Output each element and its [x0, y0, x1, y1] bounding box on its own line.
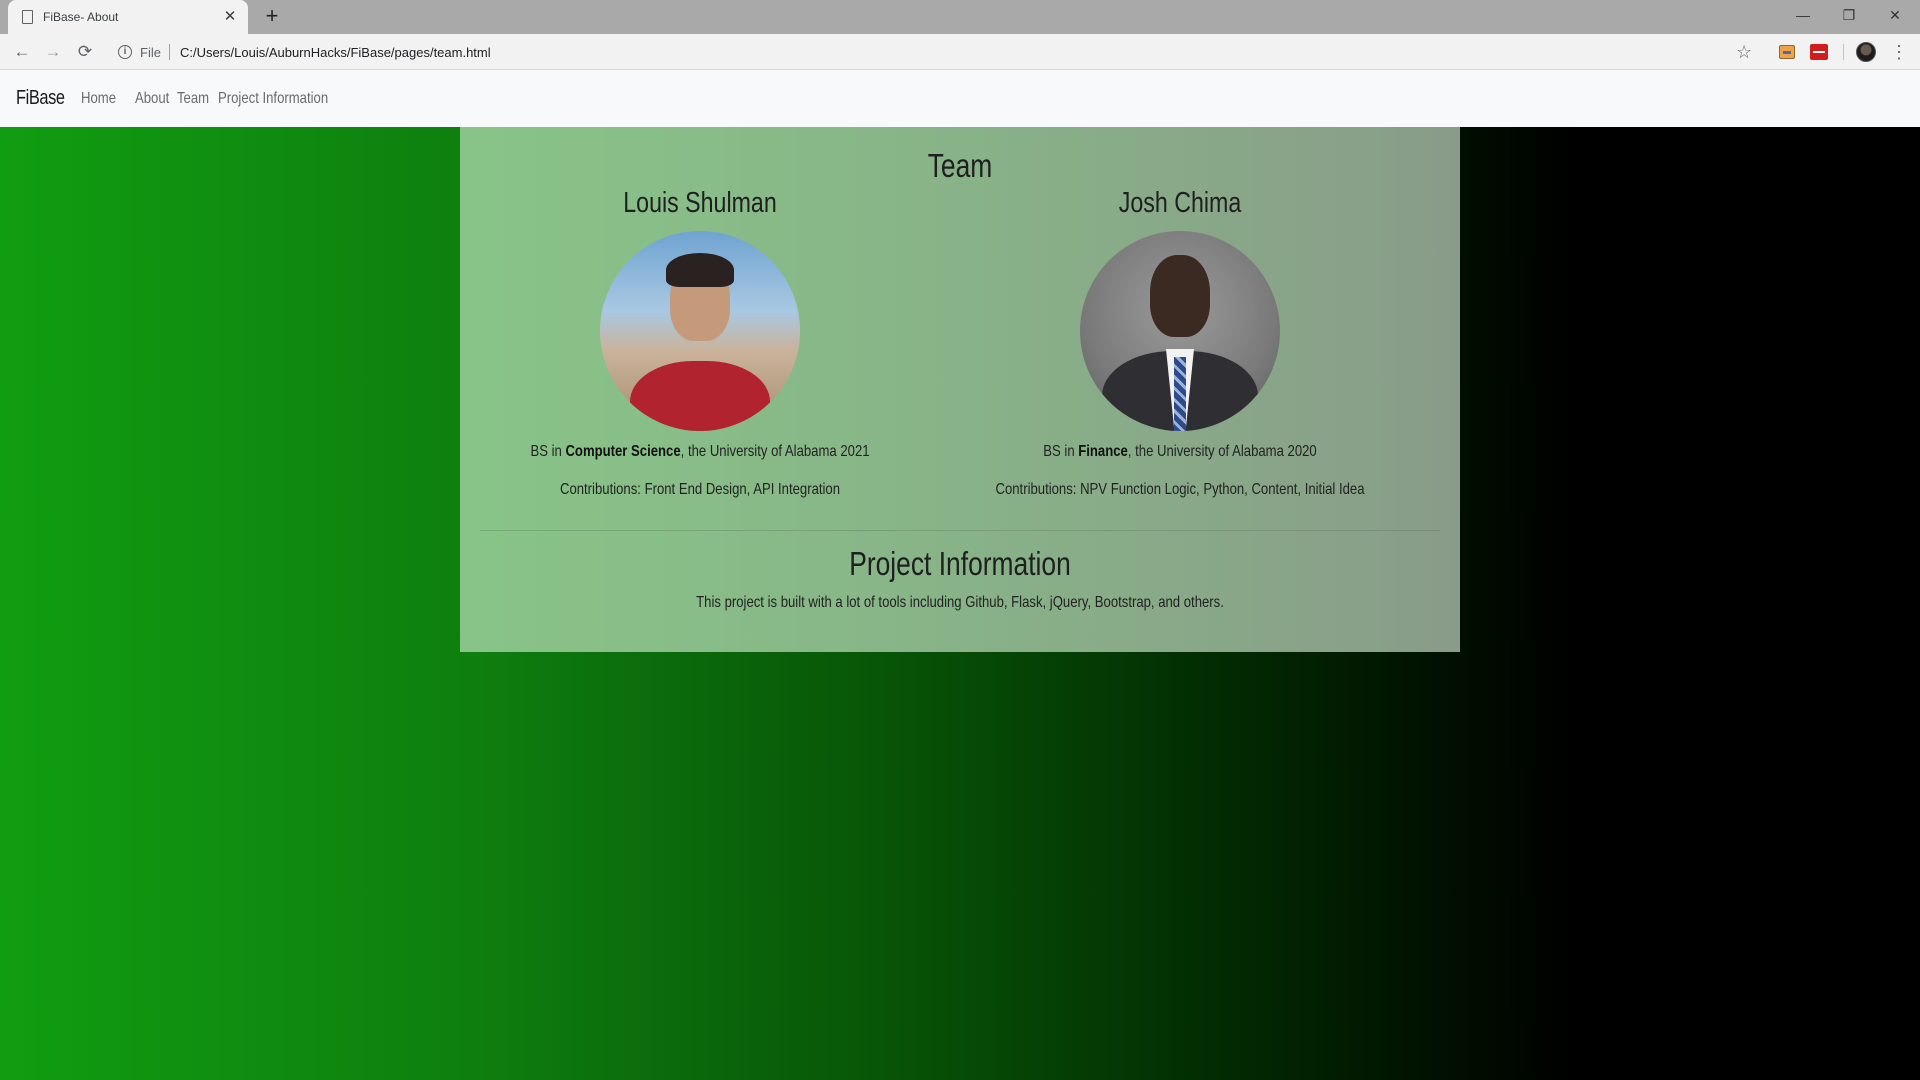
- minimize-button[interactable]: —: [1780, 0, 1826, 30]
- restore-button[interactable]: ❐: [1826, 0, 1872, 30]
- team-member: Louis Shulman BS in Computer Science, th…: [460, 187, 940, 499]
- back-button[interactable]: ←: [10, 40, 34, 64]
- nav-link-home[interactable]: Home: [81, 90, 130, 108]
- member-degree: BS in Finance, the University of Alabama…: [1043, 443, 1317, 460]
- member-contributions: Contributions: NPV Function Logic, Pytho…: [995, 481, 1365, 498]
- member-contributions: Contributions: Front End Design, API Int…: [559, 481, 841, 498]
- url-separator: [168, 44, 170, 60]
- url-scheme-label: File: [140, 44, 161, 60]
- url-text[interactable]: C:/Users/Louis/AuburnHacks/FiBase/pages/…: [180, 45, 491, 60]
- project-description: This project is built with a lot of tool…: [696, 594, 1224, 611]
- bookmark-star-icon[interactable]: ☆: [1736, 42, 1752, 62]
- forward-button[interactable]: →: [41, 40, 65, 64]
- member-degree: BS in Computer Science, the University o…: [530, 443, 870, 460]
- team-member: Josh Chima BS in Finance, the University…: [940, 187, 1420, 499]
- page-background: FiBase Home About Team Project Informati…: [0, 70, 1920, 1080]
- nav-link-team[interactable]: Team: [177, 90, 216, 108]
- team-card: Team Louis Shulman BS in Computer Scienc…: [460, 127, 1460, 652]
- nav-links: Home About Team Project Information: [81, 90, 352, 108]
- tab-close-icon[interactable]: ✕: [222, 9, 238, 25]
- browser-tab-strip: FiBase- About ✕ + — ❐ ✕: [0, 0, 1920, 34]
- section-divider: [480, 530, 1440, 531]
- address-bar[interactable]: i File C:/Users/Louis/AuburnHacks/FiBase…: [108, 38, 1758, 66]
- member-photo: [1080, 231, 1280, 431]
- site-navbar: FiBase Home About Team Project Informati…: [0, 70, 1920, 127]
- extension-lastpass-icon[interactable]: [1810, 44, 1828, 60]
- window-close-button[interactable]: ✕: [1872, 0, 1918, 30]
- nav-link-project-information[interactable]: Project Information: [218, 90, 333, 108]
- toolbar-separator: [1843, 44, 1844, 60]
- nav-link-about[interactable]: About: [135, 90, 174, 108]
- project-information-heading: Project Information: [849, 545, 1071, 582]
- document-icon: [22, 10, 33, 24]
- browser-toolbar: ← → ⟳ i File C:/Users/Louis/AuburnHacks/…: [0, 34, 1920, 70]
- reload-button[interactable]: ⟳: [73, 40, 97, 64]
- profile-avatar[interactable]: [1856, 42, 1876, 62]
- tab-title: FiBase- About: [43, 10, 119, 24]
- member-name: Louis Shulman: [623, 187, 777, 219]
- member-name: Josh Chima: [1118, 187, 1242, 219]
- extension-icon[interactable]: [1779, 45, 1795, 59]
- team-heading: Team: [927, 147, 993, 184]
- browser-menu-icon[interactable]: ⋮: [1890, 42, 1908, 62]
- navbar-brand[interactable]: FiBase: [16, 87, 65, 110]
- new-tab-button[interactable]: +: [260, 5, 284, 29]
- member-photo: [600, 231, 800, 431]
- browser-tab[interactable]: FiBase- About ✕: [8, 0, 248, 34]
- info-icon[interactable]: i: [118, 45, 132, 59]
